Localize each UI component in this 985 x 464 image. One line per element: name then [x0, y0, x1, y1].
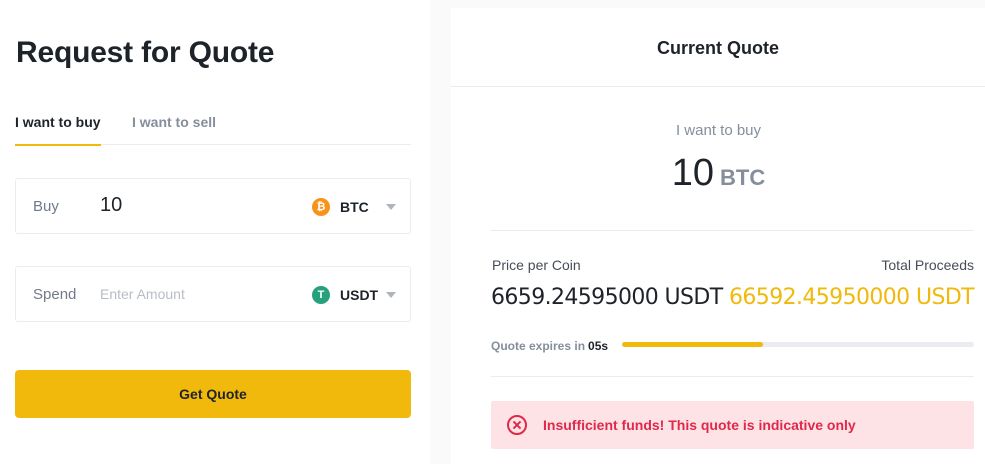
buy-amount-input[interactable] [100, 194, 280, 217]
get-quote-button[interactable]: Get Quote [15, 370, 411, 418]
spend-field[interactable]: Spend T USDT [15, 266, 411, 322]
trade-side-tabs: I want to buy I want to sell [15, 110, 411, 146]
quote-expires-seconds: 05s [588, 339, 609, 353]
spend-label: Spend [33, 286, 77, 303]
quote-expires-label: Quote expires in [491, 339, 586, 353]
rfq-panel: Request for Quote I want to buy I want t… [0, 0, 430, 464]
spend-coin-select[interactable]: T USDT [312, 283, 396, 307]
tab-sell[interactable]: I want to sell [132, 114, 216, 145]
tether-icon: T [312, 286, 330, 304]
price-per-coin-label: Price per Coin [492, 257, 581, 273]
spend-coin-name: USDT [340, 287, 379, 303]
buy-label: Buy [33, 198, 59, 215]
total-proceeds-value: 66592.45950000 USDT [729, 285, 975, 310]
price-per-coin-value: 6659.24595000 USDT [491, 285, 723, 310]
quote-body: I want to buy 10 BTC Price per Coin Total… [451, 8, 985, 464]
quote-side-label: I want to buy [675, 122, 762, 139]
quote-expiry-progress [622, 342, 974, 347]
quote-expires: Quote expires in 05s [491, 339, 608, 353]
divider [491, 230, 974, 231]
quote-amount: 10 [671, 152, 715, 194]
quote-amount-line: 10 BTC [437, 152, 985, 195]
error-alert: Insufficient funds! This quote is indica… [491, 401, 974, 449]
quote-coin: BTC [720, 165, 766, 190]
chevron-down-icon [386, 204, 396, 210]
quote-expiry-progress-fill [622, 342, 763, 347]
tab-buy[interactable]: I want to buy [15, 114, 101, 146]
bitcoin-icon: ₿ [312, 198, 330, 216]
buy-coin-name: BTC [340, 199, 369, 215]
divider [491, 376, 974, 377]
page-title: Request for Quote [16, 36, 275, 69]
chevron-down-icon [386, 292, 396, 298]
alert-message: Insufficient funds! This quote is indica… [543, 417, 856, 433]
buy-coin-select[interactable]: ₿ BTC [312, 195, 396, 219]
total-proceeds-label: Total Proceeds [881, 257, 974, 273]
close-circle-icon [507, 415, 527, 435]
spend-amount-input[interactable] [100, 286, 280, 302]
buy-field[interactable]: Buy ₿ BTC [15, 178, 411, 234]
